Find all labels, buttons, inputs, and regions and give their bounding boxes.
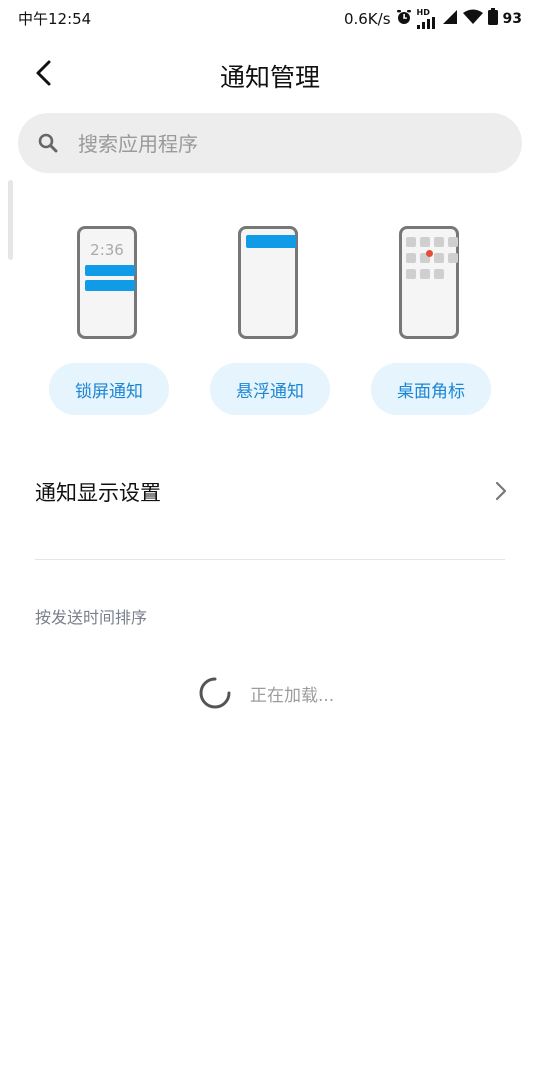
battery-icon — [487, 8, 498, 29]
search-bar[interactable] — [18, 113, 522, 173]
scroll-indicator[interactable] — [8, 180, 13, 260]
preview-floating-bar — [246, 235, 296, 248]
app-dot — [434, 253, 444, 263]
hd-label: HD — [416, 7, 430, 17]
loading-indicator: 正在加载... — [198, 676, 334, 710]
preview-notification-bar — [85, 265, 135, 276]
app-dot — [448, 253, 458, 263]
status-time: 中午12:54 — [18, 10, 92, 28]
app-dot — [434, 269, 444, 279]
lockscreen-notification-button[interactable]: 锁屏通知 — [49, 363, 169, 415]
card-lockscreen[interactable]: 2:36 锁屏通知 — [49, 226, 179, 416]
app-dot — [434, 237, 444, 247]
lockscreen-preview-time: 2:36 — [90, 241, 124, 259]
lockscreen-preview: 2:36 — [77, 226, 137, 339]
sort-by-time-label: 按发送时间排序 — [35, 608, 148, 627]
app-dot — [420, 237, 430, 247]
app-dot — [406, 253, 416, 263]
app-dot — [406, 269, 416, 279]
header: 通知管理 — [0, 50, 540, 96]
signal-icon — [442, 9, 458, 29]
desktop-badge-button[interactable]: 桌面角标 — [371, 363, 491, 415]
card-floating[interactable]: 悬浮通知 — [210, 226, 340, 416]
signal-hd-icon: HD — [416, 7, 437, 29]
notification-display-settings-label: 通知显示设置 — [35, 481, 161, 505]
search-icon — [38, 133, 58, 153]
divider — [35, 559, 505, 560]
card-badge[interactable]: 桌面角标 — [371, 226, 501, 416]
battery-level: 93 — [502, 10, 522, 27]
floating-notification-button[interactable]: 悬浮通知 — [210, 363, 330, 415]
app-dot — [406, 237, 416, 247]
floating-preview — [238, 226, 298, 339]
page-title: 通知管理 — [219, 63, 320, 92]
search-input[interactable] — [76, 123, 500, 165]
badge-dot — [426, 250, 433, 257]
loading-text: 正在加载... — [250, 685, 335, 706]
alarm-icon — [396, 9, 412, 29]
status-right: 0.6K/s HD 93 — [344, 8, 522, 29]
app-dot — [420, 269, 430, 279]
app-dot — [448, 237, 458, 247]
chevron-right-icon — [495, 481, 507, 501]
notification-display-settings-row[interactable]: 通知显示设置 — [0, 460, 540, 522]
status-bar: 中午12:54 0.6K/s HD 93 — [0, 0, 540, 34]
badge-preview — [399, 226, 459, 339]
spinner-icon — [199, 677, 231, 709]
wifi-icon — [462, 9, 483, 29]
preview-notification-bar — [85, 280, 135, 291]
network-speed: 0.6K/s — [343, 9, 391, 28]
